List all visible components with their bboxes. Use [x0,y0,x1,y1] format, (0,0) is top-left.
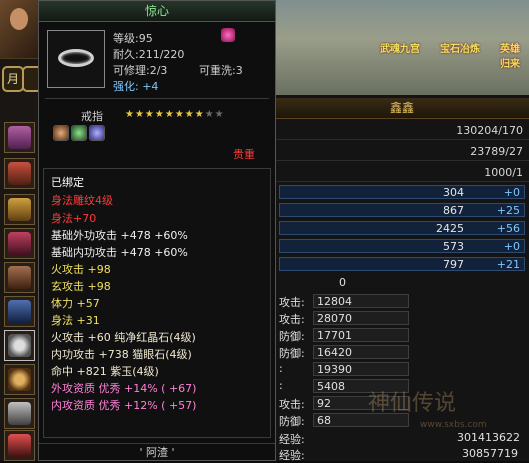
equip-slot-ring-2[interactable] [4,364,35,395]
equip-slot-talisman[interactable] [4,430,35,461]
attribute-bar: 573 +0 [279,239,525,253]
item-type: 戒指 [81,110,103,123]
equip-slot-bracer[interactable] [4,194,35,225]
stat-label: 攻击: [279,398,305,411]
stat-value: 17701 [313,328,409,342]
bound-status: 已绑定 [51,176,84,189]
socket-gem-icon [89,125,105,141]
item-enhance: 强化: +4 [113,80,159,93]
exp-value: 301413622 [457,431,520,444]
stat-label: 攻击: [279,313,305,326]
attribute-line: 基础外功攻击 +478 +60% [51,229,188,242]
item-rewash: 可重洗:3 [199,64,243,77]
equip-slot-scroll[interactable] [4,158,35,189]
stat-label: 防御: [279,415,305,428]
event-banner[interactable]: 武魂九宫 [380,40,420,55]
engrave-bonus: 身法+70 [51,212,97,225]
item-repairable: 可修理:2/3 [113,64,168,77]
equip-slot-amulet[interactable] [4,398,35,429]
equip-slot-ring[interactable] [4,330,35,361]
stat-value: 16420 [313,345,409,359]
exp-label: 经验: [279,433,305,446]
engrave-line: 身法雕纹4级 [51,194,113,207]
equip-slot-belt[interactable] [4,262,35,293]
crafter-signature: ' 阿渣 ' [39,443,275,461]
equip-slot-boots[interactable] [4,296,35,327]
character-portrait[interactable] [0,0,40,59]
equipment-sidebar: 月 [0,0,42,461]
star-rating: ★★★★★★★★★★ [125,109,225,120]
gem-icon [221,28,235,42]
stat-value: 12804 [313,294,409,308]
attribute-bar: 2425 +56 [279,221,525,235]
exp-value: 30857719 [462,447,518,460]
rarity-label: 贵重 [233,148,255,161]
attribute-line: 基础内功攻击 +478 +60% [51,246,188,259]
aptitude-line: 内攻资质 优秀 +12% ( +57) [51,399,197,412]
item-level: 等级:95 [113,32,153,45]
stat-label: : [279,362,283,375]
divider [45,98,269,99]
attribute-line: 玄攻击 +98 [51,280,111,293]
item-name: 惊心 [39,1,275,22]
attribute-line: 身法 +31 [51,314,100,327]
attribute-bar: 304 +0 [279,185,525,199]
item-icon-frame [47,30,105,88]
equip-slot-gloves[interactable] [4,228,35,259]
attribute-bar: 797 +21 [279,257,525,271]
site-watermark: 神仙传说 [368,391,457,416]
item-tooltip: 惊心 等级:95 耐久:211/220 可修理:2/3 可重洗:3 强化: +4… [38,0,276,461]
stat-value: 28070 [313,311,409,325]
stat-label: 攻击: [279,296,305,309]
free-points-value: 0 [339,276,346,289]
site-watermark-url: www.sxbs.com [420,420,487,430]
stat-value: 19390 [313,362,409,376]
stars-filled: ★★★★★★★★ [125,109,205,120]
stat-label: 防御: [279,330,305,343]
item-durability: 耐久:211/220 [113,48,185,61]
attribute-bar: 867 +25 [279,203,525,217]
stars-empty: ★★ [204,109,225,120]
stat-row: 1000/1 [275,165,529,182]
stat-label: 防御: [279,347,305,360]
gem-attribute-line: 火攻击 +60 纯净红晶石(4级) [51,331,196,344]
attribute-line: 体力 +57 [51,297,100,310]
event-banner[interactable]: 宝石冶炼 [440,40,480,55]
socket-gem-icon [71,125,87,141]
aptitude-line: 外攻资质 优秀 +14% ( +67) [51,382,197,395]
gem-attribute-line: 内功攻击 +738 猫眼石(4级) [51,348,192,361]
stat-label: : [279,379,283,392]
event-banner[interactable]: 英雄归来 [500,40,529,70]
stat-row: 23789/27 [275,144,529,161]
ring-icon [58,49,94,67]
panel-title: 鑫鑫 [275,98,529,119]
moon-icon[interactable]: 月 [2,66,24,92]
gem-attribute-line: 命中 +821 紫玉(4级) [51,365,159,378]
socket-gem-icon [53,125,69,141]
stat-row: 130204/170 [275,123,529,140]
equip-slot-necklace[interactable] [4,122,35,153]
attribute-line: 火攻击 +98 [51,263,111,276]
attribute-list: 已绑定 身法雕纹4级 身法+70 基础外功攻击 +478 +60% 基础内功攻击… [43,168,271,438]
